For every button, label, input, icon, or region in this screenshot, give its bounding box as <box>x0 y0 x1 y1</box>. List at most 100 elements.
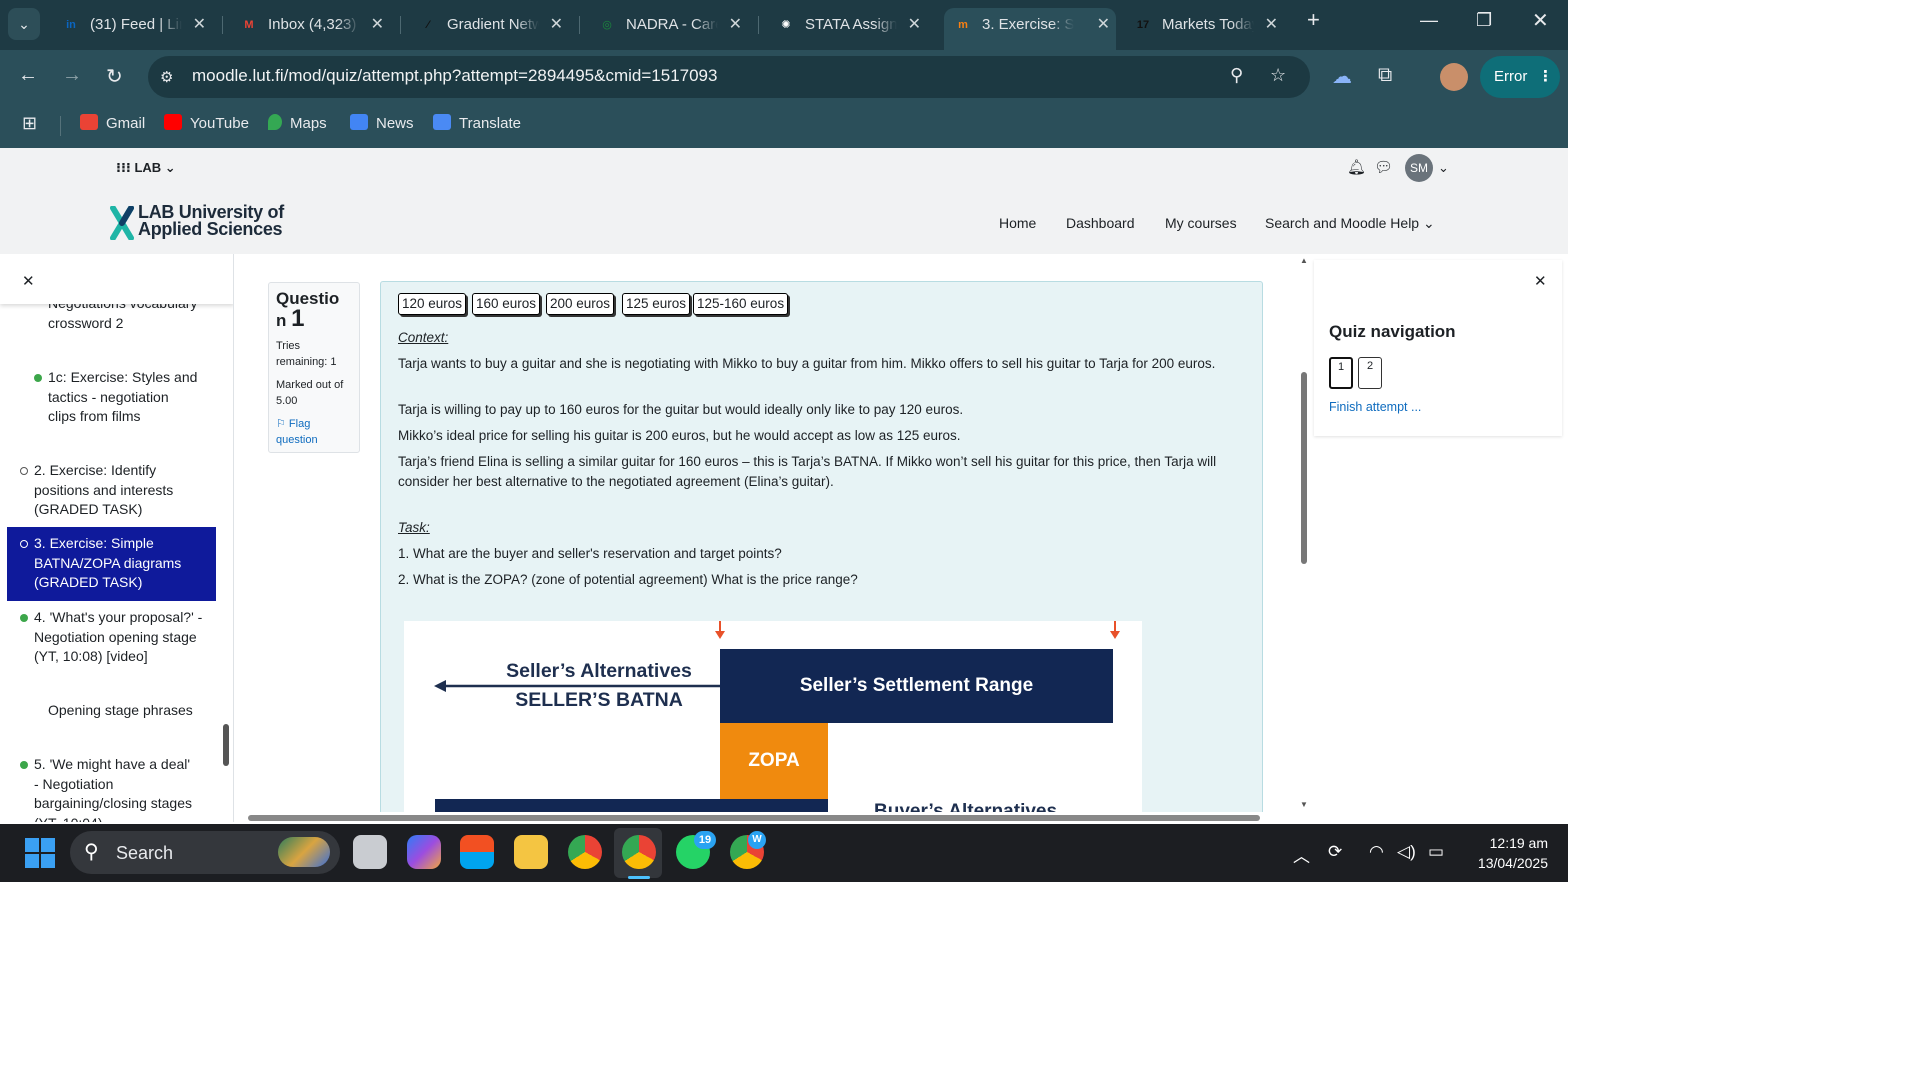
close-tab-icon[interactable]: ✕ <box>550 8 563 42</box>
linkedin-icon: in <box>66 19 76 31</box>
sync-icon[interactable]: ⟳ <box>1328 842 1342 862</box>
windows-start-icon[interactable] <box>25 838 55 868</box>
reload-icon[interactable]: ↻ <box>106 64 123 89</box>
close-tab-icon[interactable]: ✕ <box>908 8 921 42</box>
profile-avatar[interactable] <box>1440 63 1468 91</box>
restore-icon[interactable]: ❐ <box>1476 10 1492 31</box>
quiz-nav-question-button[interactable]: 2 <box>1358 357 1382 389</box>
user-avatar[interactable]: SM <box>1405 154 1433 182</box>
close-drawer-icon[interactable]: ✕ <box>1534 272 1547 290</box>
main-scroll-thumb[interactable] <box>1301 372 1307 564</box>
nav-dashboard[interactable]: Dashboard <box>1066 215 1135 231</box>
chrome-profile-icon[interactable] <box>622 835 656 869</box>
user-menu-chevron-icon[interactable]: ⌄ <box>1438 160 1449 176</box>
taskbar-search[interactable]: ⚲ Search <box>70 831 340 874</box>
course-item[interactable]: 2. Exercise: Identify positions and inte… <box>20 461 194 520</box>
battery-icon[interactable]: ▭ <box>1428 842 1444 862</box>
course-item[interactable]: 4. 'What's your proposal?' - Negotiation… <box>20 608 204 667</box>
answer-chip[interactable]: 120 euros <box>398 293 467 315</box>
close-tab-icon[interactable]: ✕ <box>371 8 384 42</box>
wifi-icon[interactable]: ◠ <box>1369 842 1384 862</box>
context-paragraph: Tarja’s friend Elina is selling a simila… <box>398 454 1217 489</box>
horizontal-scroll-thumb[interactable] <box>248 815 1260 821</box>
scroll-down-icon[interactable]: ▼ <box>1300 800 1308 809</box>
show-hidden-icons-chevron[interactable]: ︿ <box>1293 842 1310 867</box>
file-explorer-icon[interactable] <box>514 835 548 869</box>
flag-question-link[interactable]: ⚐ Flag question <box>276 417 352 448</box>
grid-icon: ⁝⁝⁝ <box>116 160 135 175</box>
gmail-icon: M <box>244 19 254 31</box>
bookmark-star-icon[interactable]: ☆ <box>1270 65 1286 86</box>
error-button[interactable]: Error ⋮ <box>1480 56 1560 98</box>
browser-tab[interactable]: ✺ STATA Assignment ✕ <box>767 8 927 42</box>
browser-tab[interactable]: M Inbox (4,323) ✕ <box>230 8 390 42</box>
close-tab-icon[interactable]: ✕ <box>729 8 742 42</box>
course-item[interactable]: 5. 'We might have a deal' - Negotiation … <box>20 755 194 822</box>
bookmark-maps[interactable]: Maps <box>268 114 327 132</box>
browser-tab[interactable]: in (31) Feed | LinkedIn ✕ <box>52 8 212 42</box>
cloud-sync-icon[interactable]: ☁ <box>1332 64 1352 89</box>
kebab-menu-icon[interactable]: ⋮ <box>1538 56 1553 98</box>
zoom-icon[interactable]: ⚲ <box>1230 65 1243 86</box>
browser-tab[interactable]: ⁄ Gradient Network ✕ <box>409 8 569 42</box>
minimize-icon[interactable]: — <box>1420 10 1438 31</box>
browser-toolbar: ← → ↻ ⚙ moodle.lut.fi/mod/quiz/attempt.p… <box>0 50 1568 104</box>
copilot-icon[interactable] <box>407 835 441 869</box>
bookmark-youtube[interactable]: YouTube <box>164 114 249 132</box>
address-bar[interactable]: ⚙ moodle.lut.fi/mod/quiz/attempt.php?att… <box>148 56 1310 98</box>
lab-apps-menu[interactable]: ⁝⁝⁝ LAB ⌄ <box>116 160 176 176</box>
apps-grid-icon[interactable]: ⊞ <box>22 113 37 134</box>
close-tab-icon[interactable]: ✕ <box>1265 8 1278 42</box>
bookmark-news[interactable]: News <box>350 114 414 132</box>
microsoft-store-icon[interactable] <box>460 835 494 869</box>
drawer-header: ✕ <box>0 254 233 304</box>
volume-icon[interactable]: ◁) <box>1397 842 1416 862</box>
url-text[interactable]: moodle.lut.fi/mod/quiz/attempt.php?attem… <box>192 66 717 86</box>
finish-attempt-link[interactable]: Finish attempt ... <box>1329 400 1421 414</box>
scroll-up-icon[interactable]: ▲ <box>1300 256 1308 265</box>
site-info-icon[interactable]: ⚙ <box>160 68 173 86</box>
taskbar-search-label: Search <box>116 843 174 863</box>
main-scrollbar[interactable]: ▲ ▼ <box>1298 256 1310 812</box>
tab-search-dropdown-icon[interactable]: ⌄ <box>8 8 40 40</box>
close-tab-icon[interactable]: ✕ <box>1097 8 1110 42</box>
drawer-scroll-thumb[interactable] <box>223 724 229 766</box>
answer-chip[interactable]: 125-160 euros <box>693 293 789 315</box>
course-item[interactable]: Opening stage phrases <box>48 701 198 721</box>
tries-remaining: Tries remaining: 1 <box>276 340 337 368</box>
taskbar-clock[interactable]: 12:19 am 13/04/2025 <box>1450 833 1548 873</box>
new-tab-icon[interactable]: + <box>1307 7 1320 33</box>
nav-home[interactable]: Home <box>999 215 1036 231</box>
close-window-icon[interactable]: ✕ <box>1532 8 1549 33</box>
close-drawer-icon[interactable]: ✕ <box>22 272 35 290</box>
bookmark-translate[interactable]: Translate <box>433 114 521 132</box>
quiz-nav-question-button[interactable]: 1 <box>1329 357 1353 389</box>
messages-icon[interactable]: 💬︎ <box>1374 158 1393 176</box>
browser-tab[interactable]: 17 Markets Today ✕ <box>1124 8 1284 42</box>
task-view-icon[interactable] <box>353 835 387 869</box>
complete-dot-icon <box>20 761 28 769</box>
nav-search-help[interactable]: Search and Moodle Help ⌄ <box>1265 215 1435 232</box>
drawer-scrollbar[interactable] <box>222 310 230 818</box>
answer-chip[interactable]: 160 euros <box>472 293 541 315</box>
back-icon[interactable]: ← <box>18 64 38 87</box>
answer-chip[interactable]: 200 euros <box>546 293 615 315</box>
course-item-active[interactable]: 3. Exercise: Simple BATNA/ZOPA diagrams … <box>20 534 204 593</box>
clock-time: 12:19 am <box>1489 835 1548 851</box>
tab-title: 3. Exercise: Simple <box>982 16 1074 33</box>
forward-icon[interactable]: → <box>62 64 82 87</box>
browser-tab[interactable]: m 3. Exercise: Simple ✕ <box>944 8 1116 50</box>
nav-my-courses[interactable]: My courses <box>1165 215 1237 231</box>
extensions-icon[interactable]: ⧉ <box>1378 64 1392 87</box>
bookmark-gmail[interactable]: Gmail <box>80 114 145 132</box>
answer-chip[interactable]: 125 euros <box>622 293 691 315</box>
close-tab-icon[interactable]: ✕ <box>193 8 206 42</box>
horizontal-scrollbar[interactable] <box>234 812 1304 824</box>
course-item[interactable]: 1c: Exercise: Styles and tactics - negot… <box>34 368 198 427</box>
lab-logo-icon <box>110 206 134 240</box>
browser-tab[interactable]: ◎ NADRA - Careers ✕ <box>588 8 748 42</box>
course-item-label: 3. Exercise: Simple BATNA/ZOPA diagrams … <box>34 535 182 590</box>
notifications-bell-icon[interactable]: 🔔︎ <box>1347 158 1366 176</box>
chrome-icon[interactable] <box>568 835 602 869</box>
tab-title: Gradient Network <box>447 16 539 33</box>
